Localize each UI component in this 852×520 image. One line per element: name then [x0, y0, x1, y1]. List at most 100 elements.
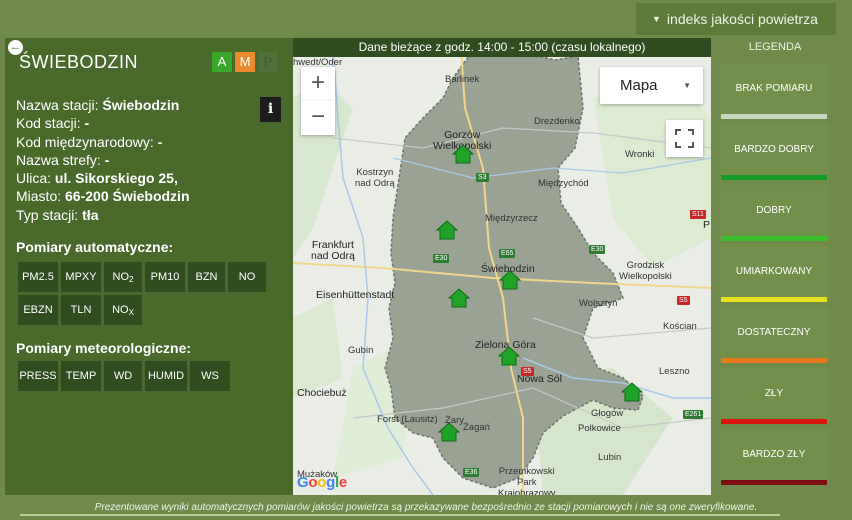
city-label: Forst (Lausitz) [377, 414, 438, 425]
param-button-ebzn[interactable]: EBZN [18, 295, 58, 325]
road-sign: S3 [476, 173, 489, 182]
param-button-pm10[interactable]: PM10 [145, 262, 185, 292]
city-label: Głogów [591, 408, 624, 419]
detail-label: Nazwa strefy: [16, 151, 101, 168]
param-button-press[interactable]: PRESS [18, 361, 58, 391]
map-type-label: Mapa [620, 77, 658, 94]
station-marker-home-icon[interactable] [452, 144, 474, 164]
legend-item-very-bad: BARDZO ZŁY [719, 429, 829, 485]
param-sub: 2 [129, 275, 134, 284]
param-button-no[interactable]: NO [228, 262, 266, 292]
index-button-a[interactable]: A [212, 52, 232, 72]
triangle-down-icon: ▼ [652, 14, 661, 24]
param-label: PM2.5 [22, 271, 54, 283]
fullscreen-icon[interactable] [666, 120, 703, 157]
station-details: Nazwa stacji: Świebodzin Kod stacji: - K… [16, 96, 190, 224]
detail-row: Nazwa strefy: - [16, 151, 190, 169]
index-button-m[interactable]: M [235, 52, 255, 72]
city-label: Wronki [625, 149, 655, 160]
detail-row: Miasto: 66-200 Świebodzin [16, 187, 190, 205]
road-sign: E36 [463, 468, 480, 477]
param-button-bzn[interactable]: BZN [188, 262, 225, 292]
param-label: NO [238, 271, 256, 283]
legend-color-bar [721, 358, 827, 363]
detail-row: Kod międzynarodowy: - [16, 133, 190, 151]
road-sign: S11 [690, 210, 706, 219]
index-button-p[interactable]: P [258, 52, 278, 72]
legend-label: UMIARKOWANY [735, 266, 813, 277]
param-button-temp[interactable]: TEMP [61, 361, 101, 391]
map-time-header: Dane bieżące z godz. 14:00 - 15:00 (czas… [293, 38, 711, 57]
param-button-pm25[interactable]: PM2.5 [18, 262, 58, 292]
param-button-tln[interactable]: TLN [61, 295, 101, 325]
legend-color-bar [721, 419, 827, 424]
station-marker-home-icon[interactable] [438, 422, 460, 442]
detail-row: Nazwa stacji: Świebodzin [16, 96, 190, 114]
station-panel: ← ŚWIEBODZIN A M P i Nazwa stacji: Świeb… [5, 38, 293, 495]
footer-divider [20, 514, 780, 516]
city-label: P [703, 219, 711, 231]
detail-value: - [104, 151, 110, 168]
city-label: Gubin [348, 345, 374, 356]
legend-color-bar [721, 114, 827, 119]
city-label: Żagań [463, 422, 490, 433]
legend-item-very-good: BARDZO DOBRY [719, 124, 829, 180]
param-label: MPXY [65, 271, 97, 283]
param-button-humid[interactable]: HUMID [145, 361, 187, 391]
city-label: Leszno [659, 366, 690, 377]
city-label: Przemkowski Park Krajobrazowy [498, 466, 556, 495]
param-button-wd[interactable]: WD [104, 361, 142, 391]
param-label: TLN [70, 304, 92, 316]
legend-title: LEGENDA [748, 41, 802, 53]
detail-label: Typ stacji: [16, 206, 79, 223]
legend-color-bar [721, 236, 827, 241]
station-marker-home-icon[interactable] [498, 346, 520, 366]
map-canvas[interactable]: hwedt/Oder Barlinek Gorzów Wielkopolski … [293, 38, 711, 495]
detail-value: - [84, 115, 90, 132]
legend-label: BARDZO ZŁY [742, 449, 806, 460]
road-sign: E30 [589, 245, 606, 254]
station-marker-home-icon[interactable] [499, 270, 521, 290]
station-marker-home-icon[interactable] [448, 288, 470, 308]
param-label: BZN [195, 271, 218, 283]
legend-color-bar [721, 297, 827, 302]
city-label: Barlinek [445, 74, 480, 85]
city-label: Eisenhüttenstadt [316, 289, 395, 301]
legend-color-bar [721, 480, 827, 485]
city-label: Międzychód [538, 178, 589, 189]
legend-item-moderate: UMIARKOWANY [719, 246, 829, 302]
detail-row: Typ stacji: tła [16, 206, 190, 224]
air-quality-index-toggle[interactable]: ▼ indeks jakości powietrza [636, 3, 836, 35]
zoom-out-button[interactable]: − [301, 101, 335, 135]
detail-label: Nazwa stacji: [16, 97, 99, 113]
detail-value: tła [82, 206, 99, 223]
info-icon[interactable]: i [260, 97, 281, 122]
road-sign: E30 [433, 254, 450, 263]
param-button-no2[interactable]: NO2 [104, 262, 142, 292]
legend-label: DOBRY [756, 205, 792, 216]
station-marker-home-icon[interactable] [436, 220, 458, 240]
param-button-ws[interactable]: WS [190, 361, 230, 391]
city-label: Międzyrzecz [485, 213, 538, 224]
auto-measurements-heading: Pomiary automatyczne: [16, 239, 174, 255]
param-sub: X [128, 308, 134, 317]
legend-label: ZŁY [764, 388, 784, 399]
map-type-select[interactable]: Mapa ▼ [600, 67, 703, 104]
city-label: Kostrzyn nad Odrą [355, 167, 395, 189]
legend-item-sufficient: DOSTATECZNY [719, 307, 829, 363]
index-toggle-label: indeks jakości powietrza [666, 11, 818, 27]
param-label: NO [112, 271, 130, 283]
detail-row: Ulica: ul. Sikorskiego 25, [16, 169, 190, 187]
legend-label: DOSTATECZNY [737, 327, 811, 338]
station-marker-home-icon[interactable] [621, 382, 643, 402]
legend-label: BARDZO DOBRY [734, 144, 814, 155]
param-button-mpxy[interactable]: MPXY [61, 262, 101, 292]
param-button-nox[interactable]: NOX [104, 295, 142, 325]
road-sign: E261 [683, 410, 704, 419]
detail-value: 66-200 Świebodzin [65, 188, 190, 205]
meteo-measurements-heading: Pomiary meteorologiczne: [16, 340, 192, 356]
station-title: ŚWIEBODZIN [19, 52, 139, 72]
legend-item-no-measurement: BRAK POMIARU [719, 63, 829, 119]
zoom-in-button[interactable]: + [301, 67, 335, 101]
city-label: Wolsztyn [579, 298, 618, 309]
